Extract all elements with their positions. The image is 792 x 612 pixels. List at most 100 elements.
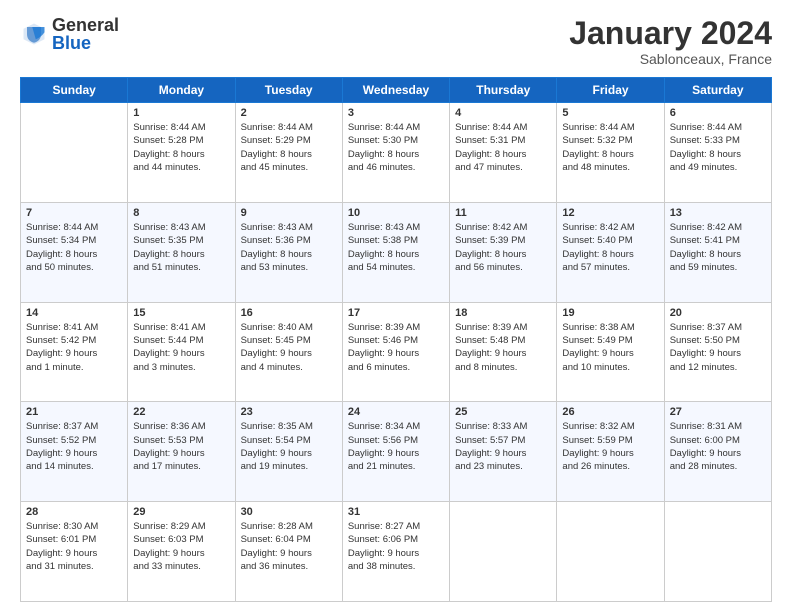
cell-info: Sunrise: 8:36 AMSunset: 5:53 PMDaylight:…	[133, 420, 229, 473]
day-number: 20	[670, 307, 766, 319]
table-cell: 4 Sunrise: 8:44 AMSunset: 5:31 PMDaylight…	[450, 103, 557, 203]
day-number: 9	[241, 207, 337, 219]
day-number: 11	[455, 207, 551, 219]
day-number: 25	[455, 406, 551, 418]
page: General Blue January 2024 Sablonceaux, F…	[0, 0, 792, 612]
table-cell: 19Sunrise: 8:38 AMSunset: 5:49 PMDayligh…	[557, 302, 664, 402]
table-cell: 24 Sunrise: 8:34 AMSunset: 5:56 PMDayligh…	[342, 402, 449, 502]
logo-icon	[20, 20, 48, 48]
day-number: 27	[670, 406, 766, 418]
table-cell: 20 Sunrise: 8:37 AMSunset: 5:50 PMDayligh…	[664, 302, 771, 402]
table-cell: 1 Sunrise: 8:44 AMSunset: 5:28 PMDaylight…	[128, 103, 235, 203]
cell-info: Sunrise: 8:34 AMSunset: 5:56 PMDaylight:…	[348, 420, 444, 473]
day-number: 3	[348, 107, 444, 119]
cell-info: Sunrise: 8:41 AMSunset: 5:44 PMDaylight:…	[133, 321, 229, 374]
cell-info: Sunrise: 8:42 AMSunset: 5:39 PMDaylight:…	[455, 221, 551, 274]
cell-info: Sunrise: 8:42 AMSunset: 5:41 PMDaylight:…	[670, 221, 766, 274]
table-cell: 23Sunrise: 8:35 AMSunset: 5:54 PMDayligh…	[235, 402, 342, 502]
calendar-table: Sunday Monday Tuesday Wednesday Thursday…	[20, 77, 772, 602]
day-number: 6	[670, 107, 766, 119]
cell-info: Sunrise: 8:40 AMSunset: 5:45 PMDaylight:…	[241, 321, 337, 374]
calendar-week-5: 28 Sunrise: 8:30 AMSunset: 6:01 PMDayligh…	[21, 502, 772, 602]
table-cell: 21Sunrise: 8:37 AMSunset: 5:52 PMDayligh…	[21, 402, 128, 502]
day-number: 15	[133, 307, 229, 319]
table-cell: 7 Sunrise: 8:44 AMSunset: 5:34 PMDaylight…	[21, 202, 128, 302]
table-cell	[450, 502, 557, 602]
day-number: 26	[562, 406, 658, 418]
col-thursday: Thursday	[450, 78, 557, 103]
cell-info: Sunrise: 8:44 AMSunset: 5:28 PMDaylight:…	[133, 121, 229, 174]
col-tuesday: Tuesday	[235, 78, 342, 103]
day-number: 31	[348, 506, 444, 518]
cell-info: Sunrise: 8:42 AMSunset: 5:40 PMDaylight:…	[562, 221, 658, 274]
calendar-week-2: 7 Sunrise: 8:44 AMSunset: 5:34 PMDaylight…	[21, 202, 772, 302]
table-cell: 9 Sunrise: 8:43 AMSunset: 5:36 PMDaylight…	[235, 202, 342, 302]
cell-info: Sunrise: 8:37 AMSunset: 5:50 PMDaylight:…	[670, 321, 766, 374]
day-number: 30	[241, 506, 337, 518]
table-cell: 8Sunrise: 8:43 AMSunset: 5:35 PMDaylight…	[128, 202, 235, 302]
day-number: 13	[670, 207, 766, 219]
day-number: 7	[26, 207, 122, 219]
table-cell: 22Sunrise: 8:36 AMSunset: 5:53 PMDayligh…	[128, 402, 235, 502]
table-cell: 3 Sunrise: 8:44 AMSunset: 5:30 PMDaylight…	[342, 103, 449, 203]
table-cell: 18Sunrise: 8:39 AMSunset: 5:48 PMDayligh…	[450, 302, 557, 402]
cell-info: Sunrise: 8:32 AMSunset: 5:59 PMDaylight:…	[562, 420, 658, 473]
calendar-header-row: Sunday Monday Tuesday Wednesday Thursday…	[21, 78, 772, 103]
day-number: 24	[348, 406, 444, 418]
cell-info: Sunrise: 8:44 AMSunset: 5:29 PMDaylight:…	[241, 121, 337, 174]
table-cell: 17 Sunrise: 8:39 AMSunset: 5:46 PMDayligh…	[342, 302, 449, 402]
table-cell: 11 Sunrise: 8:42 AMSunset: 5:39 PMDayligh…	[450, 202, 557, 302]
cell-info: Sunrise: 8:38 AMSunset: 5:49 PMDaylight:…	[562, 321, 658, 374]
table-cell: 6 Sunrise: 8:44 AMSunset: 5:33 PMDaylight…	[664, 103, 771, 203]
cell-info: Sunrise: 8:31 AMSunset: 6:00 PMDaylight:…	[670, 420, 766, 473]
table-cell: 13 Sunrise: 8:42 AMSunset: 5:41 PMDayligh…	[664, 202, 771, 302]
logo: General Blue	[20, 16, 119, 52]
cell-info: Sunrise: 8:44 AMSunset: 5:33 PMDaylight:…	[670, 121, 766, 174]
day-number: 1	[133, 107, 229, 119]
col-monday: Monday	[128, 78, 235, 103]
logo-text: General Blue	[52, 16, 119, 52]
day-number: 12	[562, 207, 658, 219]
cell-info: Sunrise: 8:43 AMSunset: 5:38 PMDaylight:…	[348, 221, 444, 274]
table-cell	[557, 502, 664, 602]
day-number: 4	[455, 107, 551, 119]
table-cell: 30 Sunrise: 8:28 AMSunset: 6:04 PMDayligh…	[235, 502, 342, 602]
cell-info: Sunrise: 8:44 AMSunset: 5:31 PMDaylight:…	[455, 121, 551, 174]
col-sunday: Sunday	[21, 78, 128, 103]
day-number: 10	[348, 207, 444, 219]
header: General Blue January 2024 Sablonceaux, F…	[20, 16, 772, 67]
col-saturday: Saturday	[664, 78, 771, 103]
cell-info: Sunrise: 8:41 AMSunset: 5:42 PMDaylight:…	[26, 321, 122, 374]
day-number: 28	[26, 506, 122, 518]
calendar-week-4: 21Sunrise: 8:37 AMSunset: 5:52 PMDayligh…	[21, 402, 772, 502]
cell-info: Sunrise: 8:35 AMSunset: 5:54 PMDaylight:…	[241, 420, 337, 473]
location: Sablonceaux, France	[569, 51, 772, 67]
table-cell: 12 Sunrise: 8:42 AMSunset: 5:40 PMDayligh…	[557, 202, 664, 302]
day-number: 8	[133, 207, 229, 219]
day-number: 17	[348, 307, 444, 319]
table-cell: 5Sunrise: 8:44 AMSunset: 5:32 PMDaylight…	[557, 103, 664, 203]
table-cell: 26 Sunrise: 8:32 AMSunset: 5:59 PMDayligh…	[557, 402, 664, 502]
table-cell: 29Sunrise: 8:29 AMSunset: 6:03 PMDayligh…	[128, 502, 235, 602]
day-number: 5	[562, 107, 658, 119]
day-number: 2	[241, 107, 337, 119]
table-cell: 28 Sunrise: 8:30 AMSunset: 6:01 PMDayligh…	[21, 502, 128, 602]
cell-info: Sunrise: 8:43 AMSunset: 5:36 PMDaylight:…	[241, 221, 337, 274]
calendar-week-1: 1 Sunrise: 8:44 AMSunset: 5:28 PMDaylight…	[21, 103, 772, 203]
table-cell: 2 Sunrise: 8:44 AMSunset: 5:29 PMDaylight…	[235, 103, 342, 203]
cell-info: Sunrise: 8:44 AMSunset: 5:34 PMDaylight:…	[26, 221, 122, 274]
cell-info: Sunrise: 8:30 AMSunset: 6:01 PMDaylight:…	[26, 520, 122, 573]
table-cell: 10 Sunrise: 8:43 AMSunset: 5:38 PMDayligh…	[342, 202, 449, 302]
cell-info: Sunrise: 8:39 AMSunset: 5:46 PMDaylight:…	[348, 321, 444, 374]
table-cell: 31 Sunrise: 8:27 AMSunset: 6:06 PMDayligh…	[342, 502, 449, 602]
cell-info: Sunrise: 8:44 AMSunset: 5:30 PMDaylight:…	[348, 121, 444, 174]
logo-blue-text: Blue	[52, 34, 119, 52]
cell-info: Sunrise: 8:33 AMSunset: 5:57 PMDaylight:…	[455, 420, 551, 473]
table-cell: 25 Sunrise: 8:33 AMSunset: 5:57 PMDayligh…	[450, 402, 557, 502]
cell-info: Sunrise: 8:27 AMSunset: 6:06 PMDaylight:…	[348, 520, 444, 573]
day-number: 21	[26, 406, 122, 418]
day-number: 16	[241, 307, 337, 319]
calendar-week-3: 14Sunrise: 8:41 AMSunset: 5:42 PMDayligh…	[21, 302, 772, 402]
cell-info: Sunrise: 8:29 AMSunset: 6:03 PMDaylight:…	[133, 520, 229, 573]
cell-info: Sunrise: 8:28 AMSunset: 6:04 PMDaylight:…	[241, 520, 337, 573]
